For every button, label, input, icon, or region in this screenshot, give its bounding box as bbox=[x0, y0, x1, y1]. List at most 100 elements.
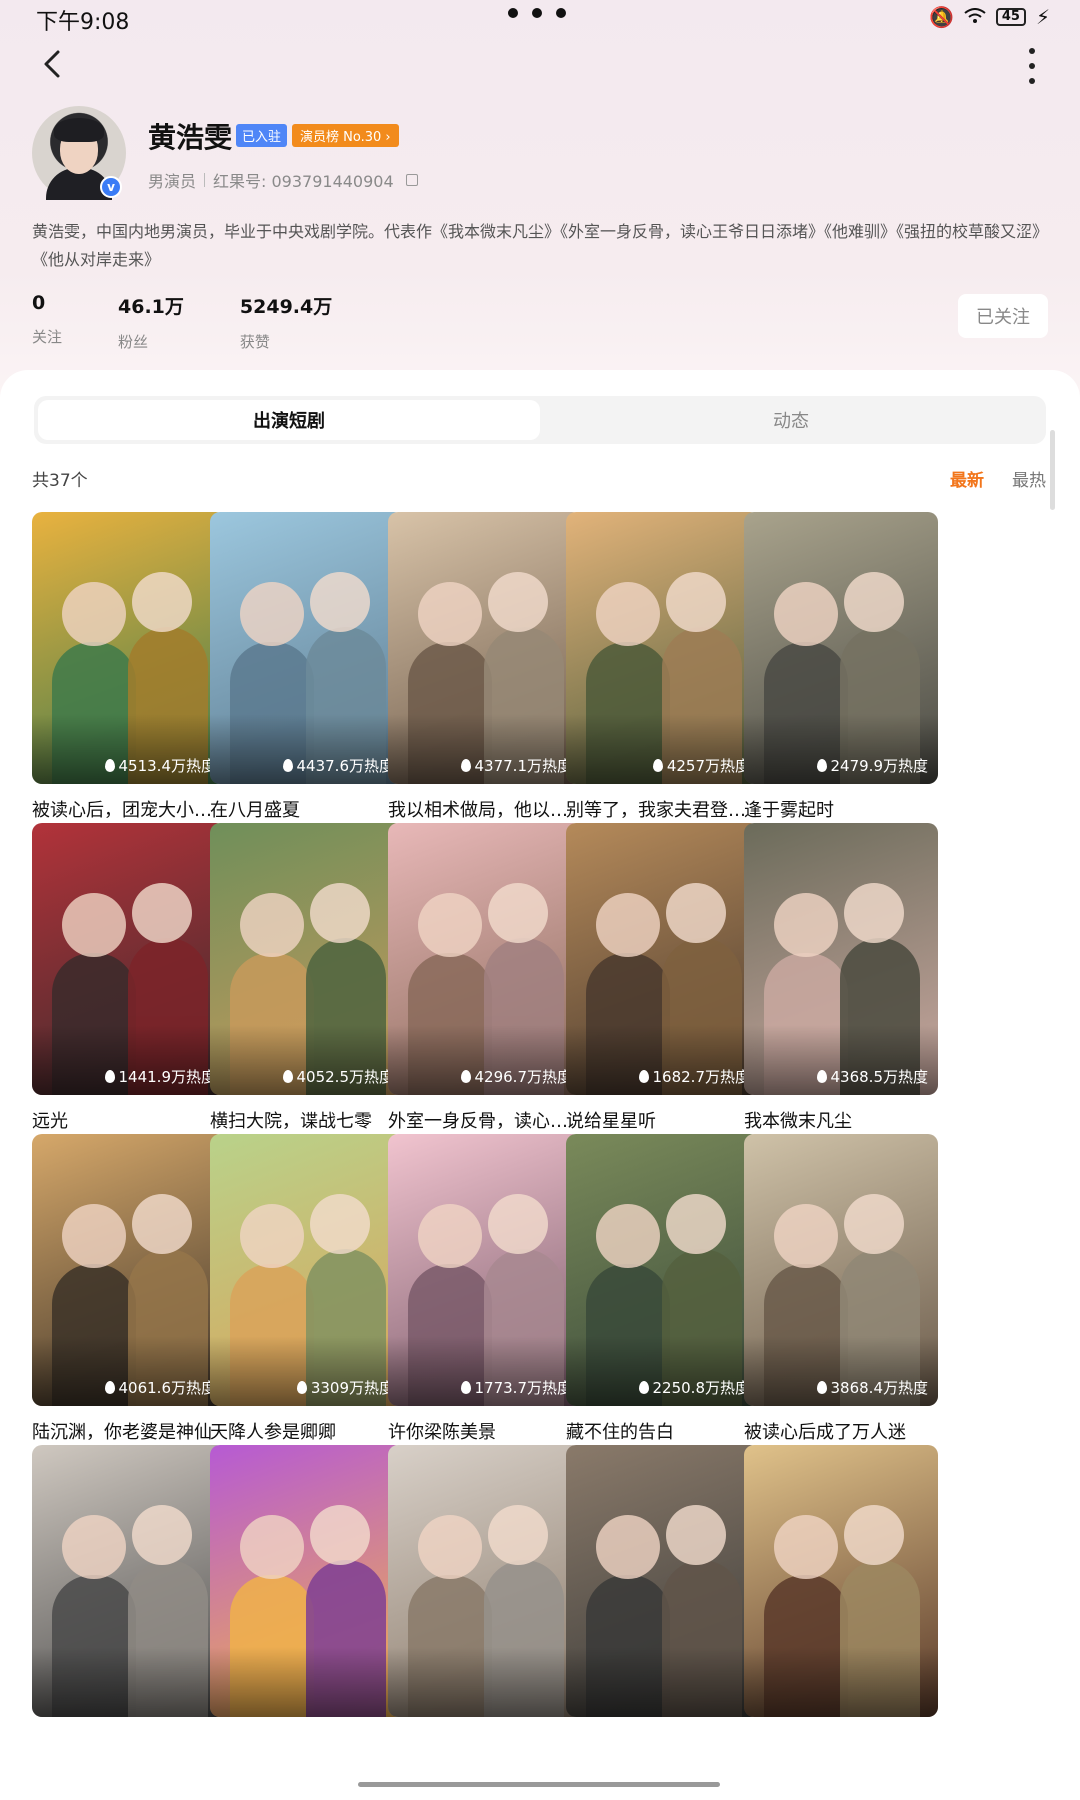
drama-poster[interactable]: 1773.7万热度 bbox=[388, 1134, 582, 1406]
drama-title[interactable]: 藏不住的告白 bbox=[566, 1418, 760, 1444]
scrollbar[interactable] bbox=[1050, 430, 1055, 510]
copy-icon[interactable] bbox=[405, 174, 418, 186]
status-icons: 🔕 45 ⚡ bbox=[929, 5, 1050, 29]
content-panel: 出演短剧 动态 共37个 最新 最热 4513.4万热度被读心后，团宠大小姐人设… bbox=[0, 370, 1080, 1800]
drama-poster[interactable] bbox=[388, 1445, 582, 1717]
stat-likes: 5249.4万 获赞 bbox=[239, 296, 333, 351]
fire-icon bbox=[638, 1381, 649, 1394]
drama-poster[interactable]: 2250.8万热度 bbox=[566, 1134, 760, 1406]
back-button[interactable] bbox=[34, 44, 74, 84]
stat-fans[interactable]: 46.1万 粉丝 bbox=[118, 292, 184, 352]
drama-card[interactable]: 4368.5万热度我本微末凡尘都市情感 · 91集 bbox=[744, 823, 938, 1161]
mute-icon: 🔕 bbox=[928, 5, 954, 29]
drama-title[interactable]: 我本微末凡尘 bbox=[744, 1107, 938, 1133]
joined-badge: 已入驻 bbox=[236, 124, 288, 147]
drama-title[interactable]: 横扫大院，谍战七零 bbox=[210, 1107, 404, 1133]
drama-title[interactable]: 逢于雾起时 bbox=[744, 796, 938, 822]
multitask-dots[interactable] bbox=[508, 8, 566, 18]
heat-label: 2479.9万热度 bbox=[816, 755, 928, 776]
drama-card[interactable]: 4513.4万热度被读心后，团宠大小姐人设又崩了奇幻脑洞 · 70集 bbox=[32, 512, 226, 850]
drama-card[interactable]: 1441.9万热度远光都市情感 · 61集 bbox=[32, 823, 226, 1161]
drama-poster[interactable]: 2479.9万热度 bbox=[744, 512, 938, 784]
drama-title[interactable]: 被读心后，团宠大小姐人设又崩了 bbox=[32, 796, 226, 822]
heat-label: 4437.6万热度 bbox=[282, 755, 394, 776]
heat-label: 1441.9万热度 bbox=[104, 1066, 216, 1087]
status-bar: 下午9:08 🔕 45 ⚡ bbox=[0, 0, 1080, 36]
tab-dramas[interactable]: 出演短剧 bbox=[38, 400, 540, 440]
heat-label: 1773.7万热度 bbox=[460, 1377, 572, 1398]
fire-icon bbox=[104, 759, 115, 772]
drama-card[interactable] bbox=[566, 1445, 760, 1717]
drama-title[interactable]: 被读心后成了万人迷 bbox=[744, 1418, 938, 1444]
heat-label: 4513.4万热度 bbox=[104, 755, 216, 776]
drama-poster[interactable] bbox=[32, 1445, 226, 1717]
drama-card[interactable]: 2479.9万热度逢于雾起时都市情感 · 79集 bbox=[744, 512, 938, 850]
heat-label: 4377.1万热度 bbox=[460, 755, 572, 776]
drama-card[interactable] bbox=[388, 1445, 582, 1717]
drama-title[interactable]: 外室一身反骨，读心王爷日日添堵 bbox=[388, 1107, 582, 1133]
drama-poster[interactable]: 4437.6万热度 bbox=[210, 512, 404, 784]
drama-count: 共37个 bbox=[32, 471, 88, 491]
drama-card[interactable]: 4296.7万热度外室一身反骨，读心王爷日日添堵宫斗宅斗 · 83集 bbox=[388, 823, 582, 1161]
drama-poster[interactable]: 3309万热度 bbox=[210, 1134, 404, 1406]
drama-poster[interactable]: 1682.7万热度 bbox=[566, 823, 760, 1095]
drama-card[interactable]: 1773.7万热度许你梁陈美景都市情感 · 43集 bbox=[388, 1134, 582, 1472]
drama-title[interactable]: 天降人参是卿卿 bbox=[210, 1418, 404, 1444]
fire-icon bbox=[460, 1381, 471, 1394]
drama-poster[interactable]: 4296.7万热度 bbox=[388, 823, 582, 1095]
drama-card[interactable]: 3868.4万热度被读心后成了万人迷奇幻爱情 · 95集 bbox=[744, 1134, 938, 1472]
drama-poster[interactable]: 4052.5万热度 bbox=[210, 823, 404, 1095]
fire-icon bbox=[282, 759, 293, 772]
drama-poster[interactable]: 1441.9万热度 bbox=[32, 823, 226, 1095]
drama-card[interactable] bbox=[744, 1445, 938, 1717]
tab-bar: 出演短剧 动态 bbox=[34, 396, 1046, 444]
drama-card[interactable] bbox=[210, 1445, 404, 1717]
drama-title[interactable]: 别等了，我家夫君登基了 bbox=[566, 796, 760, 822]
heat-label: 1682.7万热度 bbox=[638, 1066, 750, 1087]
heat-label: 3309万热度 bbox=[296, 1377, 394, 1398]
heat-label: 3868.4万热度 bbox=[816, 1377, 928, 1398]
drama-title[interactable]: 我以相术做局，他以江山为聘 bbox=[388, 796, 582, 822]
profile-name: 黄浩雯 bbox=[148, 121, 233, 154]
drama-card[interactable]: 4061.6万热度陆沉渊，你老婆是神仙奇幻爱情 · 94集 bbox=[32, 1134, 226, 1472]
drama-title[interactable]: 在八月盛夏 bbox=[210, 796, 404, 822]
back-arrow-icon bbox=[44, 50, 60, 78]
home-indicator[interactable] bbox=[358, 1782, 720, 1787]
more-options-button[interactable] bbox=[1020, 48, 1044, 84]
drama-card[interactable]: 3309万热度天降人参是卿卿现代言情 · 97集 bbox=[210, 1134, 404, 1472]
drama-poster[interactable]: 4061.6万热度 bbox=[32, 1134, 226, 1406]
drama-card[interactable] bbox=[32, 1445, 226, 1717]
follow-button[interactable]: 已关注 bbox=[958, 294, 1048, 338]
drama-poster[interactable] bbox=[210, 1445, 404, 1717]
sort-hot[interactable]: 最热 bbox=[1012, 466, 1046, 491]
drama-title[interactable]: 说给星星听 bbox=[566, 1107, 760, 1133]
drama-title[interactable]: 许你梁陈美景 bbox=[388, 1418, 582, 1444]
drama-poster[interactable]: 3868.4万热度 bbox=[744, 1134, 938, 1406]
drama-card[interactable]: 2250.8万热度藏不住的告白青春 · 76集 bbox=[566, 1134, 760, 1472]
drama-card[interactable]: 4257万热度别等了，我家夫君登基了古风言情 · 76集 bbox=[566, 512, 760, 850]
drama-poster[interactable] bbox=[566, 1445, 760, 1717]
tab-activity[interactable]: 动态 bbox=[540, 400, 1042, 440]
drama-poster[interactable]: 4368.5万热度 bbox=[744, 823, 938, 1095]
drama-poster[interactable]: 4377.1万热度 bbox=[388, 512, 582, 784]
drama-title[interactable]: 远光 bbox=[32, 1107, 226, 1133]
status-time: 下午9:08 bbox=[36, 10, 130, 35]
stat-following[interactable]: 0 关注 bbox=[32, 292, 62, 352]
drama-poster[interactable] bbox=[744, 1445, 938, 1717]
heat-label: 4368.5万热度 bbox=[816, 1066, 928, 1087]
drama-poster[interactable]: 4257万热度 bbox=[566, 512, 760, 784]
drama-card[interactable]: 4437.6万热度在八月盛夏都市情感 · 100集 bbox=[210, 512, 404, 850]
sort-latest[interactable]: 最新 bbox=[950, 466, 984, 491]
red-id: 红果号: 093791440904 bbox=[213, 172, 394, 191]
drama-card[interactable]: 4052.5万热度横扫大院，谍战七零年代爱情 · 92集 bbox=[210, 823, 404, 1161]
rank-badge[interactable]: 演员榜 No.30 › bbox=[292, 124, 399, 147]
drama-poster[interactable]: 4513.4万热度 bbox=[32, 512, 226, 784]
sort-options: 最新 最热 bbox=[950, 466, 1046, 491]
drama-title[interactable]: 陆沉渊，你老婆是神仙 bbox=[32, 1418, 226, 1444]
drama-card[interactable]: 1682.7万热度说给星星听都市情感 · 73集 bbox=[566, 823, 760, 1161]
fire-icon bbox=[104, 1381, 115, 1394]
drama-card[interactable]: 4377.1万热度我以相术做局，他以江山为聘古风言情 · 87集 bbox=[388, 512, 582, 850]
fire-icon bbox=[816, 759, 827, 772]
fire-icon bbox=[460, 759, 471, 772]
fire-icon bbox=[460, 1070, 471, 1083]
